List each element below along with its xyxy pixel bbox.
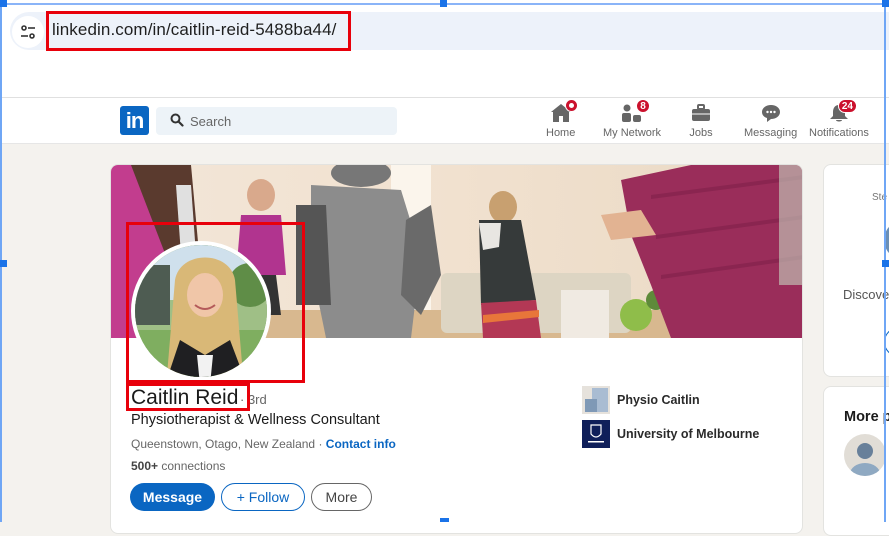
resize-handle[interactable] <box>440 0 447 7</box>
resize-handle[interactable] <box>0 260 7 267</box>
avatar-highlight-box <box>126 222 305 383</box>
tune-icon <box>21 25 35 39</box>
search-box[interactable] <box>156 107 397 135</box>
site-info-button[interactable] <box>12 16 44 48</box>
org-physio-caitlin[interactable]: Physio Caitlin <box>582 386 700 414</box>
search-input[interactable] <box>190 107 390 135</box>
screen: linkedin.com/in/caitlin-reid-5488ba44/ i… <box>0 0 889 536</box>
org-name: University of Melbourne <box>617 427 760 441</box>
briefcase-icon <box>692 104 710 121</box>
university-of-melbourne-logo <box>582 420 610 448</box>
nav-label: Jobs <box>689 127 713 139</box>
nav-jobs[interactable]: Jobs <box>689 102 713 142</box>
network-badge: 8 <box>636 99 651 113</box>
profile-location-line: Queenstown, Otago, New Zealand · Contact… <box>131 437 396 451</box>
nav-label: Notifications <box>809 127 869 139</box>
sidebar-card-discover: Ste Discove <box>823 164 889 377</box>
sidebar-person-avatar[interactable] <box>844 434 886 476</box>
message-button[interactable]: Message <box>130 483 215 511</box>
url-highlight-box <box>46 11 351 51</box>
nav-my-network[interactable]: 8 My Network <box>603 99 662 142</box>
resize-handle[interactable] <box>440 518 449 522</box>
physio-caitlin-logo <box>582 386 610 414</box>
nav-home[interactable]: Home <box>546 99 578 142</box>
sidebar-card-more-profiles: More p <box>823 386 889 536</box>
notifications-badge: 24 <box>837 99 857 113</box>
follow-button[interactable]: + Follow <box>221 483 305 511</box>
org-name: Physio Caitlin <box>617 393 700 407</box>
chat-icon <box>761 105 780 122</box>
resize-handle[interactable] <box>0 0 7 7</box>
connections-count-line[interactable]: 500+ connections <box>131 459 225 473</box>
profile-headline: Physiotherapist & Wellness Consultant <box>131 412 380 428</box>
contact-info-link[interactable]: Contact info <box>326 437 396 451</box>
connections-label: connections <box>158 459 226 473</box>
sidebar-more-title: More p <box>844 409 889 425</box>
search-icon <box>170 113 184 132</box>
more-button[interactable]: More <box>311 483 372 511</box>
sidebar-discover-text: Discove <box>843 287 889 302</box>
profile-location: Queenstown, Otago, New Zealand <box>131 437 316 451</box>
resize-handle[interactable] <box>882 0 889 7</box>
nav-notifications[interactable]: 24 Notifications <box>809 99 869 142</box>
nav-label: Home <box>546 127 576 139</box>
connections-count: 500+ <box>131 459 159 473</box>
browser-toolbar: linkedin.com/in/caitlin-reid-5488ba44/ <box>0 0 889 98</box>
nav-messaging[interactable]: Messaging <box>744 102 797 142</box>
linkedin-navbar: in Home <box>0 98 889 144</box>
resize-handle[interactable] <box>882 260 889 267</box>
nav-label: Messaging <box>744 127 798 139</box>
location-separator: · <box>315 437 326 451</box>
linkedin-logo[interactable]: in <box>120 106 149 135</box>
person-placeholder-icon <box>850 443 880 476</box>
home-badge <box>564 99 578 112</box>
nav-label: My Network <box>603 127 662 139</box>
org-university-of-melbourne[interactable]: University of Melbourne <box>582 420 759 448</box>
name-highlight-box <box>126 383 250 411</box>
